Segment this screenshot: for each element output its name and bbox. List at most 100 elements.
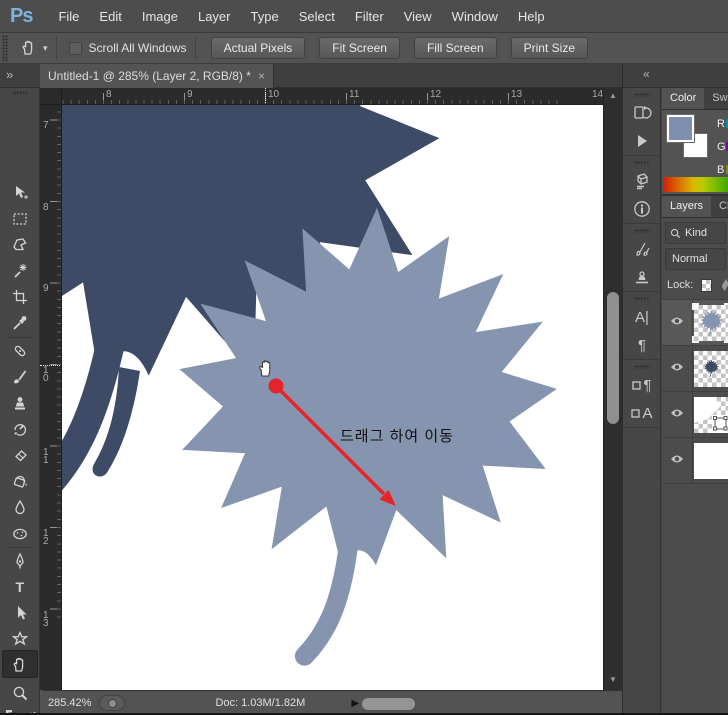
- rectangular-marquee-tool[interactable]: [11, 210, 29, 228]
- status-bar: 285.42% Doc: 1.03M/1.82M ▶ ◀: [43, 690, 622, 713]
- right-panel-dock: « A| ¶ ¶ A Color Sw R G B Layers C Kind …: [622, 64, 728, 713]
- layer-thumbnail-light-leaf[interactable]: [692, 303, 728, 343]
- actual-pixels-button[interactable]: Actual Pixels: [210, 37, 306, 59]
- menu-help[interactable]: Help: [508, 9, 555, 24]
- ruler-origin-corner[interactable]: [40, 88, 62, 105]
- separator: [6, 337, 34, 338]
- menu-edit[interactable]: Edit: [89, 9, 131, 24]
- clone-stamp-tool[interactable]: [11, 394, 29, 412]
- layer-row-2[interactable]: [662, 300, 728, 346]
- scroll-up-icon[interactable]: ▲: [609, 91, 617, 100]
- ruler-number: 8: [43, 202, 49, 213]
- blend-mode-dropdown[interactable]: Normal: [665, 248, 726, 270]
- menu-bar: Ps File Edit Image Layer Type Select Fil…: [0, 0, 728, 33]
- paint-bucket-tool[interactable]: [11, 472, 29, 490]
- separator: [194, 36, 196, 60]
- character-styles-panel-icon[interactable]: A: [623, 399, 661, 427]
- menu-window[interactable]: Window: [442, 9, 508, 24]
- brush-tool[interactable]: [11, 368, 29, 386]
- fit-screen-button[interactable]: Fit Screen: [319, 37, 400, 59]
- layer-thumbnail-white[interactable]: [694, 443, 728, 479]
- ruler-number: 13: [511, 89, 523, 100]
- paragraph-panel-icon[interactable]: ¶: [623, 331, 661, 359]
- swap-colors-icon[interactable]: [22, 708, 40, 713]
- horizontal-scrollbar-thumb[interactable]: [362, 698, 415, 710]
- eyedropper-tool[interactable]: [11, 314, 29, 332]
- print-size-button[interactable]: Print Size: [510, 37, 588, 59]
- close-icon[interactable]: ×: [258, 69, 265, 83]
- history-brush-tool[interactable]: [11, 420, 29, 438]
- tab-swatches[interactable]: Swatches: [704, 88, 728, 109]
- menu-filter[interactable]: Filter: [345, 9, 394, 24]
- clone-source-panel-icon[interactable]: [623, 263, 661, 291]
- magic-wand-tool[interactable]: [11, 262, 29, 280]
- ruler-number: 11: [349, 89, 360, 100]
- spot-healing-brush-tool[interactable]: [11, 342, 29, 360]
- visibility-eye-icon[interactable]: [670, 362, 684, 372]
- color-spectrum-ramp[interactable]: [664, 177, 728, 192]
- document-tab[interactable]: Untitled-1 @ 285% (Layer 2, RGB/8) * ×: [40, 64, 274, 88]
- ruler-number: 13: [43, 610, 49, 629]
- info-panel-icon[interactable]: [623, 195, 661, 223]
- color-panel-tabs: Color Swatches: [662, 88, 728, 110]
- layer-row-1[interactable]: [662, 346, 728, 392]
- path-selection-tool[interactable]: [11, 604, 29, 622]
- default-colors-icon[interactable]: [4, 708, 22, 713]
- status-adobe-drive-icon[interactable]: [99, 695, 126, 711]
- scroll-all-windows-checkbox[interactable]: [68, 41, 82, 55]
- vertical-scrollbar[interactable]: ▲ ▼: [603, 88, 622, 690]
- foreground-color-well[interactable]: [666, 114, 695, 143]
- scroll-down-icon[interactable]: ▼: [609, 675, 617, 684]
- layer-row-background[interactable]: [662, 438, 728, 484]
- status-menu-arrow-icon[interactable]: ▶: [351, 698, 359, 709]
- document-canvas[interactable]: 드래그 하여 이동: [62, 105, 603, 690]
- color-panel: R G B: [662, 110, 728, 196]
- history-panel-icon[interactable]: [623, 99, 661, 127]
- menu-type[interactable]: Type: [241, 9, 289, 24]
- zoom-tool[interactable]: [11, 684, 29, 702]
- lock-transparency-icon[interactable]: [701, 278, 712, 292]
- paragraph-styles-panel-icon[interactable]: ¶: [623, 371, 661, 399]
- layer-thumbnail-dark-leaf[interactable]: [694, 351, 728, 387]
- layer-row-shapes[interactable]: [662, 392, 728, 438]
- lock-pixels-icon[interactable]: [721, 279, 728, 291]
- separator: [55, 36, 57, 60]
- zoom-level[interactable]: 285.42%: [48, 697, 91, 709]
- menu-image[interactable]: Image: [132, 9, 188, 24]
- menu-file[interactable]: File: [48, 9, 89, 24]
- lock-row: Lock:: [662, 274, 728, 296]
- fill-screen-button[interactable]: Fill Screen: [413, 37, 497, 59]
- current-tool-preview[interactable]: ▾: [20, 39, 48, 57]
- menu-layer[interactable]: Layer: [188, 9, 241, 24]
- tab-channels[interactable]: Channels: [711, 196, 728, 217]
- tab-color[interactable]: Color: [662, 88, 705, 109]
- brush-presets-panel-icon[interactable]: [623, 235, 661, 263]
- crop-tool[interactable]: [11, 288, 29, 306]
- sponge-tool[interactable]: [11, 524, 29, 542]
- 3d-panel-icon[interactable]: [623, 167, 661, 195]
- actions-panel-icon[interactable]: [623, 127, 661, 155]
- pen-tool[interactable]: [11, 552, 29, 570]
- layer-thumbnail-white-shapes[interactable]: [694, 397, 728, 433]
- tab-layers[interactable]: Layers: [662, 196, 712, 217]
- vertical-scrollbar-thumb[interactable]: [607, 292, 619, 424]
- collapse-panels-icon[interactable]: «: [643, 67, 650, 81]
- type-tool[interactable]: T: [11, 578, 29, 596]
- document-size-info: Doc: 1.03M/1.82M: [215, 697, 306, 709]
- character-panel-icon[interactable]: A|: [623, 303, 661, 331]
- menu-view[interactable]: View: [394, 9, 442, 24]
- visibility-eye-icon[interactable]: [670, 316, 684, 326]
- expand-panels-icon[interactable]: »: [6, 67, 13, 82]
- visibility-eye-icon[interactable]: [670, 454, 684, 464]
- blur-tool[interactable]: [11, 498, 29, 516]
- lasso-tool[interactable]: [11, 236, 29, 254]
- eraser-tool[interactable]: [11, 446, 29, 464]
- move-tool[interactable]: [11, 184, 29, 202]
- ruler-number: 12: [430, 89, 442, 100]
- custom-shape-tool[interactable]: [11, 630, 29, 648]
- ruler-number: 9: [187, 89, 193, 100]
- visibility-eye-icon[interactable]: [670, 408, 684, 418]
- layer-filter-dropdown[interactable]: Kind: [665, 222, 726, 244]
- hand-tool[interactable]: [11, 656, 29, 674]
- menu-select[interactable]: Select: [289, 9, 345, 24]
